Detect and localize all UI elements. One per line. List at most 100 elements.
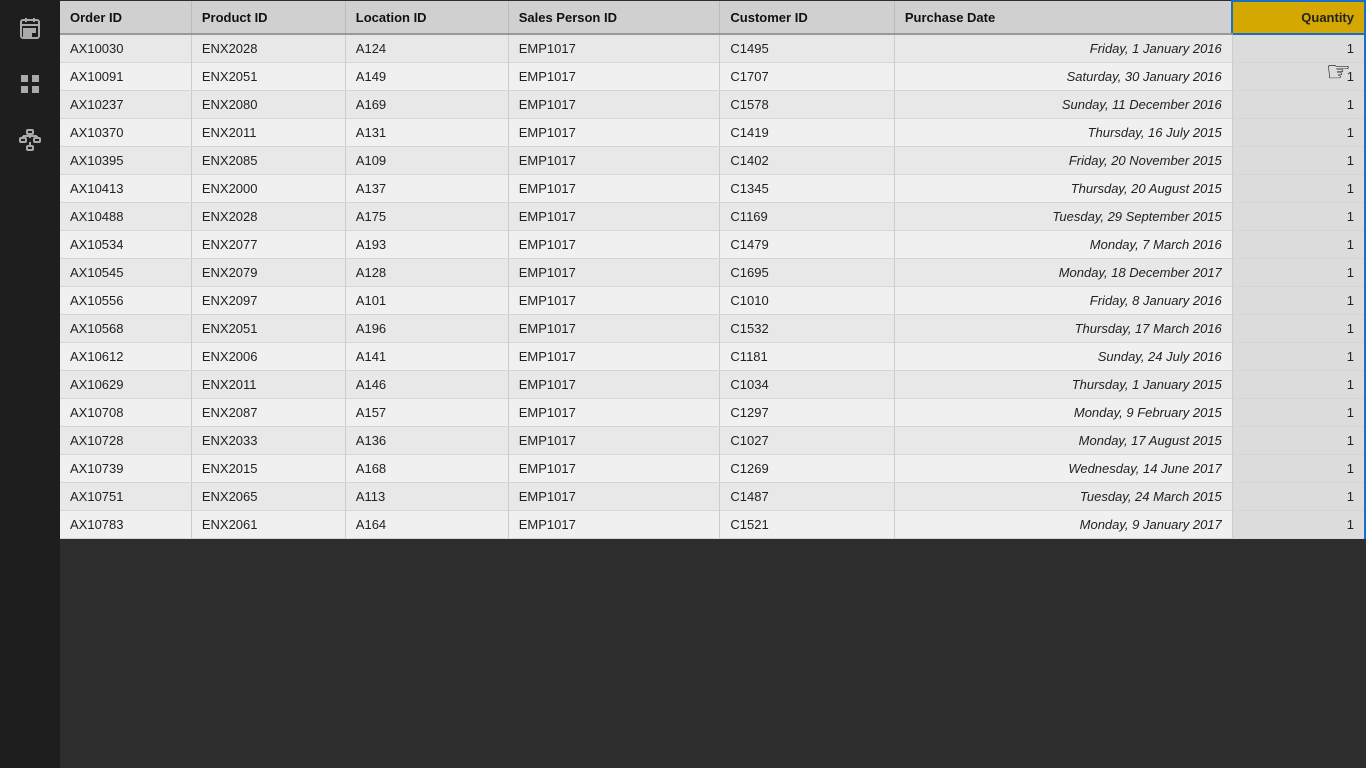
table-row: AX10556ENX2097A101EMP1017C1010Friday, 8 …: [60, 287, 1365, 315]
cell-order-id: AX10739: [60, 455, 191, 483]
cell-order-id: AX10395: [60, 147, 191, 175]
cell-sales-person-id: EMP1017: [508, 63, 720, 91]
cell-product-id: ENX2087: [191, 399, 345, 427]
grid-icon[interactable]: [12, 66, 48, 102]
cell-quantity: 1: [1232, 371, 1365, 399]
cell-purchase-date: Wednesday, 14 June 2017: [894, 455, 1232, 483]
cell-location-id: A169: [345, 91, 508, 119]
cell-order-id: AX10370: [60, 119, 191, 147]
cell-sales-person-id: EMP1017: [508, 259, 720, 287]
data-table: Order ID Product ID Location ID Sales Pe…: [60, 0, 1366, 539]
cell-product-id: ENX2097: [191, 287, 345, 315]
table-row: AX10534ENX2077A193EMP1017C1479Monday, 7 …: [60, 231, 1365, 259]
main-content: Order ID Product ID Location ID Sales Pe…: [60, 0, 1366, 768]
cell-product-id: ENX2000: [191, 175, 345, 203]
column-header-sales-person-id[interactable]: Sales Person ID: [508, 1, 720, 34]
cell-order-id: AX10413: [60, 175, 191, 203]
cell-location-id: A128: [345, 259, 508, 287]
cell-quantity: 1: [1232, 315, 1365, 343]
cell-order-id: AX10708: [60, 399, 191, 427]
cell-sales-person-id: EMP1017: [508, 315, 720, 343]
cell-purchase-date: Thursday, 20 August 2015: [894, 175, 1232, 203]
cell-purchase-date: Tuesday, 24 March 2015: [894, 483, 1232, 511]
cell-order-id: AX10751: [60, 483, 191, 511]
cell-product-id: ENX2079: [191, 259, 345, 287]
column-header-location-id[interactable]: Location ID: [345, 1, 508, 34]
calendar-icon[interactable]: [12, 10, 48, 46]
cell-quantity: 1: [1232, 287, 1365, 315]
cell-customer-id: C1578: [720, 91, 894, 119]
cell-location-id: A136: [345, 427, 508, 455]
table-row: AX10413ENX2000A137EMP1017C1345Thursday, …: [60, 175, 1365, 203]
cell-purchase-date: Monday, 7 March 2016: [894, 231, 1232, 259]
cell-purchase-date: Thursday, 1 January 2015: [894, 371, 1232, 399]
cell-order-id: AX10534: [60, 231, 191, 259]
cell-sales-person-id: EMP1017: [508, 455, 720, 483]
cell-purchase-date: Sunday, 24 July 2016: [894, 343, 1232, 371]
cell-sales-person-id: EMP1017: [508, 91, 720, 119]
cell-product-id: ENX2006: [191, 343, 345, 371]
cell-order-id: AX10728: [60, 427, 191, 455]
cell-customer-id: C1181: [720, 343, 894, 371]
cell-customer-id: C1269: [720, 455, 894, 483]
cell-quantity: 1: [1232, 91, 1365, 119]
table-row: AX10030ENX2028A124EMP1017C1495Friday, 1 …: [60, 34, 1365, 63]
cell-purchase-date: Thursday, 17 March 2016: [894, 315, 1232, 343]
cell-location-id: A141: [345, 343, 508, 371]
cell-product-id: ENX2028: [191, 203, 345, 231]
cell-sales-person-id: EMP1017: [508, 371, 720, 399]
column-header-customer-id[interactable]: Customer ID: [720, 1, 894, 34]
cell-customer-id: C1419: [720, 119, 894, 147]
cell-purchase-date: Monday, 9 February 2015: [894, 399, 1232, 427]
cell-quantity: 1: [1232, 63, 1365, 91]
cell-product-id: ENX2077: [191, 231, 345, 259]
cell-product-id: ENX2015: [191, 455, 345, 483]
cell-location-id: A168: [345, 455, 508, 483]
cell-customer-id: C1297: [720, 399, 894, 427]
cell-location-id: A101: [345, 287, 508, 315]
cell-order-id: AX10091: [60, 63, 191, 91]
cell-product-id: ENX2011: [191, 119, 345, 147]
cell-purchase-date: Monday, 18 December 2017: [894, 259, 1232, 287]
cell-customer-id: C1521: [720, 511, 894, 539]
cell-sales-person-id: EMP1017: [508, 147, 720, 175]
table-row: AX10488ENX2028A175EMP1017C1169Tuesday, 2…: [60, 203, 1365, 231]
cell-order-id: AX10568: [60, 315, 191, 343]
column-header-purchase-date[interactable]: Purchase Date: [894, 1, 1232, 34]
cell-quantity: 1: [1232, 343, 1365, 371]
cell-purchase-date: Saturday, 30 January 2016: [894, 63, 1232, 91]
table-container[interactable]: Order ID Product ID Location ID Sales Pe…: [60, 0, 1366, 768]
cell-location-id: A196: [345, 315, 508, 343]
cell-location-id: A164: [345, 511, 508, 539]
cell-order-id: AX10237: [60, 91, 191, 119]
cell-purchase-date: Friday, 20 November 2015: [894, 147, 1232, 175]
cell-location-id: A146: [345, 371, 508, 399]
cell-order-id: AX10030: [60, 34, 191, 63]
cell-quantity: 1: [1232, 34, 1365, 63]
hierarchy-icon[interactable]: [12, 122, 48, 158]
table-row: AX10629ENX2011A146EMP1017C1034Thursday, …: [60, 371, 1365, 399]
cell-customer-id: C1707: [720, 63, 894, 91]
cell-customer-id: C1479: [720, 231, 894, 259]
cell-purchase-date: Sunday, 11 December 2016: [894, 91, 1232, 119]
column-header-quantity[interactable]: Quantity: [1232, 1, 1365, 34]
cell-sales-person-id: EMP1017: [508, 203, 720, 231]
column-header-product-id[interactable]: Product ID: [191, 1, 345, 34]
cell-location-id: A137: [345, 175, 508, 203]
table-row: AX10783ENX2061A164EMP1017C1521Monday, 9 …: [60, 511, 1365, 539]
cell-order-id: AX10612: [60, 343, 191, 371]
cell-customer-id: C1402: [720, 147, 894, 175]
cell-sales-person-id: EMP1017: [508, 287, 720, 315]
cell-product-id: ENX2065: [191, 483, 345, 511]
table-row: AX10237ENX2080A169EMP1017C1578Sunday, 11…: [60, 91, 1365, 119]
cell-customer-id: C1010: [720, 287, 894, 315]
cell-order-id: AX10545: [60, 259, 191, 287]
table-row: AX10612ENX2006A141EMP1017C1181Sunday, 24…: [60, 343, 1365, 371]
column-header-order-id[interactable]: Order ID: [60, 1, 191, 34]
cell-location-id: A113: [345, 483, 508, 511]
cell-product-id: ENX2033: [191, 427, 345, 455]
cell-sales-person-id: EMP1017: [508, 427, 720, 455]
cell-order-id: AX10556: [60, 287, 191, 315]
table-row: AX10395ENX2085A109EMP1017C1402Friday, 20…: [60, 147, 1365, 175]
cell-sales-person-id: EMP1017: [508, 343, 720, 371]
